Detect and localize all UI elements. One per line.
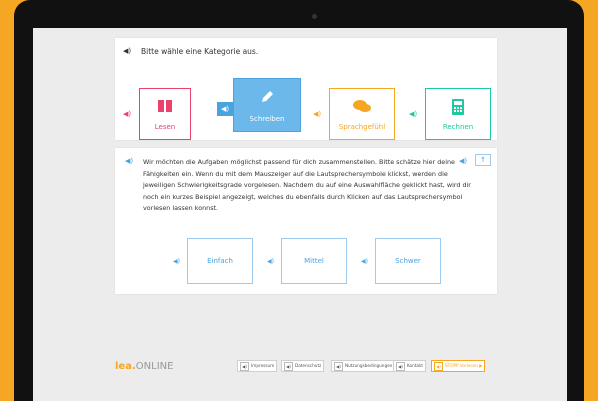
speaker-icon[interactable]: ◀)	[361, 258, 368, 265]
speaker-icon: ◀)	[396, 361, 405, 371]
category-prompt: Bitte wähle eine Kategorie aus.	[141, 47, 259, 56]
speaker-icon[interactable]: ◀)	[123, 48, 131, 55]
speaker-icon[interactable]: ◀)	[125, 158, 133, 165]
stop-reading-button[interactable]: ◀) STOPP Vorlesen ▶	[431, 360, 486, 372]
speaker-icon[interactable]: ◀)	[123, 110, 131, 118]
contact-button[interactable]: ◀) Kontakt	[393, 360, 427, 372]
category-lesen[interactable]: Lesen	[139, 88, 191, 140]
speaker-icon: ◀)	[434, 361, 443, 371]
category-label: Lesen	[154, 123, 176, 131]
logo-brand: lea.	[115, 361, 136, 372]
terms-button[interactable]: ◀) Nutzungsbedingungen	[331, 360, 396, 372]
level-mittel[interactable]: Mittel	[281, 238, 347, 284]
category-rechnen[interactable]: Rechnen	[425, 88, 491, 140]
scroll-up-button[interactable]: ↑	[475, 154, 491, 166]
speaker-icon: ◀)	[334, 361, 343, 371]
speaker-icon: ◀)	[284, 361, 293, 371]
category-schreiben[interactable]: Schreiben	[233, 78, 301, 132]
speaker-icon[interactable]: ◀)	[267, 258, 274, 265]
category-label: Schreiben	[249, 115, 285, 123]
app-screen: ◀) Bitte wähle eine Kategorie aus. ◀) Le…	[33, 28, 567, 401]
category-label: Sprachgefühl	[338, 123, 386, 131]
speaker-icon[interactable]: ◀)	[409, 110, 417, 118]
category-card: ◀) Bitte wähle eine Kategorie aus. ◀) Le…	[115, 38, 497, 140]
category-label: Rechnen	[442, 123, 474, 131]
speaker-icon[interactable]: ◀)	[459, 158, 467, 165]
book-icon	[158, 100, 172, 112]
speaker-icon[interactable]: ◀)	[173, 258, 180, 265]
category-sprachgefuehl[interactable]: Sprachgefühl	[329, 88, 395, 140]
level-einfach[interactable]: Einfach	[187, 238, 253, 284]
level-schwer[interactable]: Schwer	[375, 238, 441, 284]
calculator-icon	[452, 99, 464, 115]
privacy-button[interactable]: ◀) Datenschutz	[281, 360, 325, 372]
logo-suffix: ONLINE	[135, 361, 174, 372]
imprint-button[interactable]: ◀) Impressum	[237, 360, 278, 372]
camera	[312, 14, 317, 19]
speaker-icon[interactable]: ◀)	[313, 110, 321, 118]
speech-bubbles-icon	[353, 100, 371, 112]
pencil-icon	[262, 91, 273, 102]
logo: lea.ONLINE	[115, 361, 173, 372]
intro-text: Wir möchten die Aufgaben möglichst passe…	[143, 158, 471, 212]
speaker-icon[interactable]: ◀)	[217, 102, 234, 116]
speaker-icon: ◀)	[240, 361, 249, 371]
level-card: ◀) Wir möchten die Aufgaben möglichst pa…	[115, 148, 497, 294]
